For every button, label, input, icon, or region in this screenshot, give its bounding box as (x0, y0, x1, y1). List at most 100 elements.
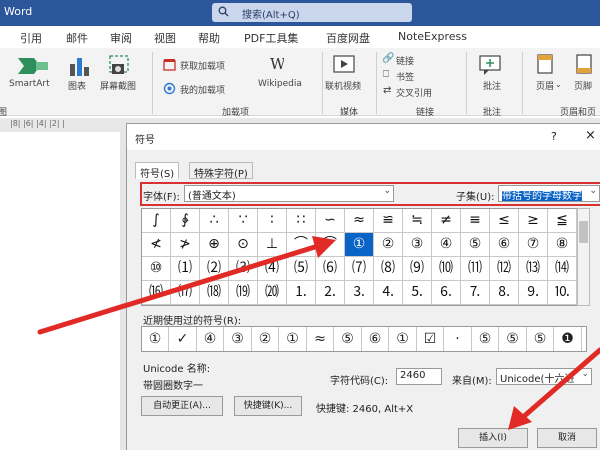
symbol-cell[interactable]: ⑸ (287, 257, 316, 281)
symbol-cell[interactable]: ⒇ (258, 281, 287, 305)
tab-pdf-tools[interactable]: PDF工具集 (244, 30, 298, 46)
symbol-cell[interactable]: ⒉ (316, 281, 345, 305)
search-box[interactable]: 搜索(Alt+Q) (212, 3, 412, 22)
symbol-cell[interactable]: ⊙ (229, 233, 258, 257)
recent-symbol-cell[interactable]: ① (280, 327, 307, 351)
get-addins-button[interactable]: 获取加载项 (180, 59, 225, 72)
recent-symbol-cell[interactable]: ④ (197, 327, 224, 351)
symbol-grid[interactable]: ∫ ∲ ∴ ∵ ∶ ∷ ∽ ≈ ≌ ≒ ≠ ≡ ≤ ≥ ≦ ≮ ≯ ⊕ ⊙ ⊥ ⌒ ⌒ ① ② ③ ④ ⑤ ⑥ ⑦ ⑧ ⑩ ⑴ ⑵ ⑶ ⑷ ⑸ ⑹ ⑺ ⑻ ⑼… (141, 208, 577, 306)
cross-reference-button[interactable]: 交叉引用 (396, 86, 432, 99)
recent-symbol-cell[interactable]: ⑥ (362, 327, 389, 351)
symbol-cell[interactable]: ≡ (461, 209, 490, 233)
recent-symbol-cell[interactable]: ① (142, 327, 169, 351)
symbol-cell[interactable]: ⒍ (432, 281, 461, 305)
font-combobox[interactable]: (普通文本) ⌄ (184, 185, 394, 202)
symbol-cell[interactable]: ≯ (171, 233, 200, 257)
screenshot-button[interactable]: 屏幕截图 (100, 79, 136, 92)
symbol-cell[interactable]: ⒄ (171, 281, 200, 305)
symbol-cell[interactable]: ⊥ (258, 233, 287, 257)
chart-button[interactable]: 图表 (68, 79, 86, 92)
recent-symbol-cell[interactable]: ❶ (555, 327, 582, 351)
online-video-button[interactable]: 联机视频 (325, 79, 361, 92)
recent-symbol-cell[interactable]: ⑤ (335, 327, 362, 351)
from-combobox[interactable]: Unicode(十六进 ⌄ (496, 368, 592, 385)
recent-symbol-cell[interactable]: ⑤ (500, 327, 527, 351)
symbol-cell[interactable]: ⒈ (287, 281, 316, 305)
symbol-cell[interactable]: ≥ (519, 209, 548, 233)
my-addins-button[interactable]: 我的加载项 (180, 83, 225, 96)
recent-symbols[interactable]: ① ✓ ④ ③ ② ① ≈ ⑤ ⑥ ① ☑ · ⑤ ⑤ ⑤ ❶ (141, 326, 587, 352)
symbol-cell[interactable]: ⑿ (490, 257, 519, 281)
symbol-cell[interactable]: ≈ (345, 209, 374, 233)
symbol-cell[interactable]: ≤ (490, 209, 519, 233)
symbol-cell[interactable]: ⒃ (142, 281, 171, 305)
symbol-cell[interactable]: ⑤ (461, 233, 490, 257)
smartart-button[interactable]: SmartArt (9, 79, 50, 89)
close-button[interactable]: × (585, 128, 596, 143)
recent-symbol-cell[interactable]: · (445, 327, 472, 351)
symbol-cell[interactable]: ② (374, 233, 403, 257)
help-button[interactable]: ? (551, 130, 557, 143)
tab-baidu-netdisk[interactable]: 百度网盘 (326, 30, 370, 46)
bookmark-button[interactable]: 书签 (396, 70, 414, 83)
insert-button[interactable]: 插入(I) (458, 428, 528, 448)
tab-review[interactable]: 审阅 (110, 30, 132, 46)
symbol-cell[interactable]: ⒀ (519, 257, 548, 281)
symbol-cell[interactable]: ⑷ (258, 257, 287, 281)
symbol-cell[interactable]: ⒌ (403, 281, 432, 305)
symbol-cell[interactable]: ⒑ (548, 281, 577, 305)
symbol-cell[interactable]: ⑦ (519, 233, 548, 257)
recent-symbol-cell[interactable]: ≈ (307, 327, 334, 351)
tab-references[interactable]: 引用 (20, 30, 42, 46)
symbol-cell[interactable]: ⒆ (229, 281, 258, 305)
symbol-grid-scrollbar[interactable] (577, 208, 590, 306)
recent-symbol-cell[interactable]: ③ (225, 327, 252, 351)
symbol-cell[interactable]: ⑥ (490, 233, 519, 257)
symbol-cell[interactable]: ① (345, 233, 374, 257)
symbol-cell[interactable]: ⊕ (200, 233, 229, 257)
symbol-cell[interactable]: ⑵ (200, 257, 229, 281)
symbol-cell[interactable]: ⑶ (229, 257, 258, 281)
tab-help[interactable]: 帮助 (198, 30, 220, 46)
symbol-cell[interactable]: ∵ (229, 209, 258, 233)
recent-symbol-cell[interactable]: ⑤ (472, 327, 499, 351)
symbol-cell[interactable]: ⑻ (374, 257, 403, 281)
symbol-cell[interactable]: ⑾ (461, 257, 490, 281)
footer-button[interactable]: 页脚 (574, 79, 592, 92)
symbol-cell[interactable]: ∫ (142, 209, 171, 233)
tab-symbols[interactable]: 符号(S) (135, 162, 180, 180)
scrollbar-thumb[interactable] (579, 221, 588, 243)
recent-symbol-cell[interactable]: ② (252, 327, 279, 351)
symbol-cell[interactable]: ④ (432, 233, 461, 257)
symbol-cell[interactable]: ⑽ (432, 257, 461, 281)
symbol-cell[interactable]: ∷ (287, 209, 316, 233)
symbol-cell[interactable]: ∴ (200, 209, 229, 233)
symbol-cell[interactable]: ≌ (374, 209, 403, 233)
symbol-cell[interactable]: ⒁ (548, 257, 577, 281)
symbol-cell[interactable]: ⑼ (403, 257, 432, 281)
symbol-cell[interactable]: ⑴ (171, 257, 200, 281)
document-page[interactable] (0, 132, 120, 450)
symbol-cell[interactable]: ⒊ (345, 281, 374, 305)
recent-symbol-cell[interactable]: ⑤ (527, 327, 554, 351)
symbol-cell[interactable]: ≒ (403, 209, 432, 233)
char-code-input[interactable]: 2460 (396, 368, 442, 385)
tab-view[interactable]: 视图 (154, 30, 176, 46)
header-button[interactable]: 页眉 (536, 79, 554, 92)
symbol-cell[interactable]: ⌒ (316, 233, 345, 257)
symbol-cell[interactable]: ≮ (142, 233, 171, 257)
tab-mailings[interactable]: 邮件 (66, 30, 88, 46)
symbol-cell[interactable]: ⒅ (200, 281, 229, 305)
symbol-cell[interactable]: ⌒ (287, 233, 316, 257)
subset-combobox[interactable]: 带括号的字母数字 ⌄ (498, 185, 600, 202)
autocorrect-button[interactable]: 自动更正(A)... (141, 396, 223, 416)
tab-noteexpress[interactable]: NoteExpress (398, 30, 467, 43)
symbol-cell[interactable]: ⑩ (142, 257, 171, 281)
recent-symbol-cell[interactable]: ☑ (417, 327, 444, 351)
cancel-button[interactable]: 取消 (537, 428, 597, 448)
symbol-cell[interactable]: ≠ (432, 209, 461, 233)
tab-special-characters[interactable]: 特殊字符(P) (189, 162, 253, 180)
symbol-cell[interactable]: ≦ (548, 209, 577, 233)
symbol-cell[interactable]: ③ (403, 233, 432, 257)
symbol-cell[interactable]: ⑺ (345, 257, 374, 281)
